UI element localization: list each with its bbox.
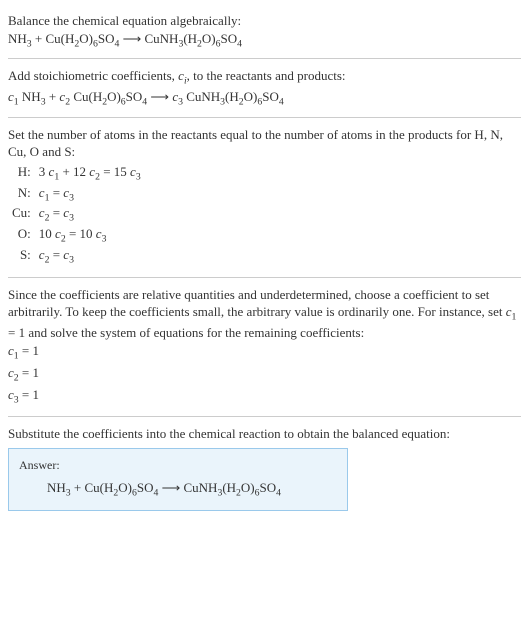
add-coeff-instruction: Add stoichiometric coefficients, ci, to … [8,67,521,88]
table-row: S: c2 = c3 [8,246,145,267]
element-equation: c2 = c3 [35,204,145,225]
element-label: Cu: [8,204,35,225]
coefficient-value: c3 = 1 [8,386,521,407]
atom-eq-instruction: Set the number of atoms in the reactants… [8,126,521,161]
answer-box: Answer: NH3 + Cu(H2O)6SO4 ⟶ CuNH3(H2O)6S… [8,448,348,511]
table-row: H: 3 c1 + 12 c2 = 15 c3 [8,163,145,184]
answer-label: Answer: [19,457,337,473]
element-label: S: [8,246,35,267]
element-label: N: [8,184,35,205]
substitute-instruction: Substitute the coefficients into the che… [8,425,521,443]
coefficient-value: c2 = 1 [8,364,521,385]
table-row: N: c1 = c3 [8,184,145,205]
unbalanced-equation: NH3 + Cu(H2O)6SO4 ⟶ CuNH3(H2O)6SO4 [8,30,521,51]
balance-instruction: Balance the chemical equation algebraica… [8,12,521,30]
table-row: Cu: c2 = c3 [8,204,145,225]
section-atom-equations: Set the number of atoms in the reactants… [8,118,521,278]
element-equation: 3 c1 + 12 c2 = 15 c3 [35,163,145,184]
section-answer: Substitute the coefficients into the che… [8,417,521,511]
section-balance-intro: Balance the chemical equation algebraica… [8,4,521,59]
solve-instruction: Since the coefficients are relative quan… [8,286,521,342]
table-row: O: 10 c2 = 10 c3 [8,225,145,246]
element-label: O: [8,225,35,246]
element-equation: 10 c2 = 10 c3 [35,225,145,246]
section-add-coefficients: Add stoichiometric coefficients, ci, to … [8,59,521,118]
section-solve: Since the coefficients are relative quan… [8,278,521,417]
element-equation: c2 = c3 [35,246,145,267]
coeff-equation: c1 NH3 + c2 Cu(H2O)6SO4 ⟶ c3 CuNH3(H2O)6… [8,88,521,109]
element-label: H: [8,163,35,184]
element-equation: c1 = c3 [35,184,145,205]
atom-equations-table: H: 3 c1 + 12 c2 = 15 c3 N: c1 = c3 Cu: c… [8,163,145,267]
balanced-equation: NH3 + Cu(H2O)6SO4 ⟶ CuNH3(H2O)6SO4 [19,479,337,500]
coefficient-value: c1 = 1 [8,342,521,363]
